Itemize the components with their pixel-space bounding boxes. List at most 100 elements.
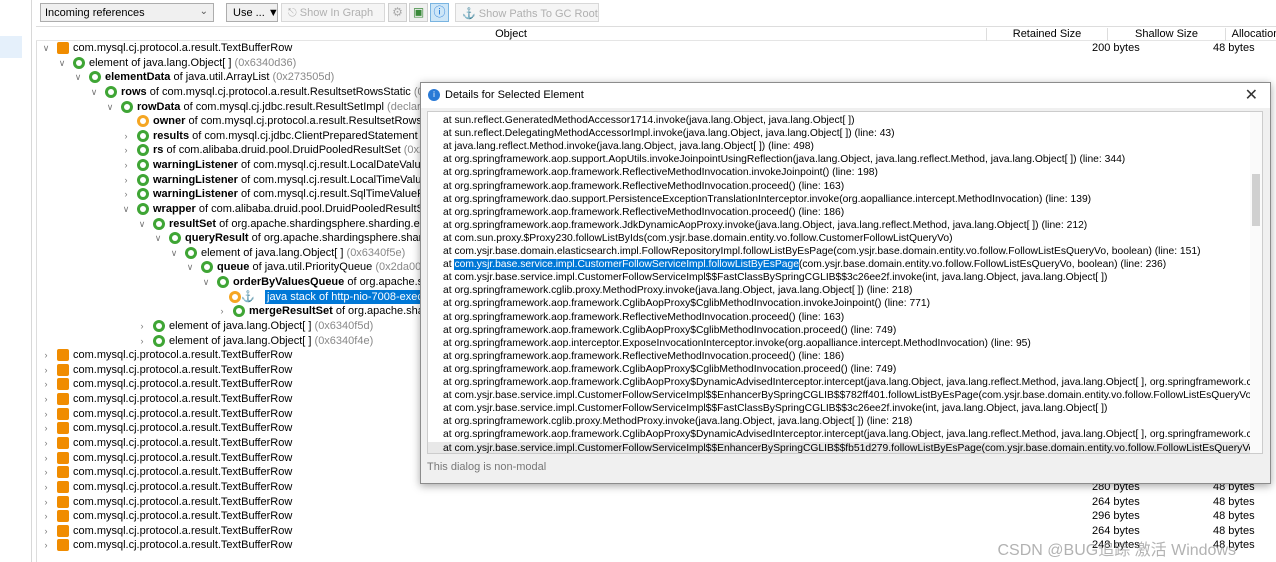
- stack-frame-line[interactable]: at com.sun.proxy.$Proxy230.followListByI…: [443, 232, 953, 245]
- left-panel-selected-item[interactable]: [0, 36, 22, 58]
- scrollbar-thumb[interactable]: [1252, 174, 1260, 226]
- expand-chevron-icon[interactable]: ›: [217, 304, 227, 318]
- collapse-chevron-icon[interactable]: ∨: [137, 217, 147, 231]
- tree-row-label: com.mysql.cj.protocol.a.result.TextBuffe…: [73, 378, 293, 391]
- stack-frame-line[interactable]: at org.springframework.dao.support.Persi…: [443, 193, 1091, 206]
- show-in-graph-label: Show In Graph: [299, 7, 374, 19]
- expand-chevron-icon[interactable]: ›: [41, 509, 51, 523]
- stack-frame-line[interactable]: at com.ysjr.base.service.impl.CustomerFo…: [443, 402, 1107, 415]
- collapse-chevron-icon[interactable]: ∨: [201, 275, 211, 289]
- tree-row-label: rs of com.alibaba.druid.pool.DruidPooled…: [153, 144, 450, 157]
- object-icon: [57, 42, 69, 54]
- stack-frame-line[interactable]: at org.springframework.aop.framework.Ref…: [443, 180, 844, 193]
- stack-frame-line[interactable]: at org.springframework.cglib.proxy.Metho…: [443, 284, 912, 297]
- tree-row-label: queryResult of org.apache.shardingsphere…: [185, 232, 450, 245]
- collapse-chevron-icon[interactable]: ∨: [73, 70, 83, 84]
- field-reference-icon: [217, 276, 229, 289]
- stack-frame-line[interactable]: at org.springframework.aop.support.AopUt…: [443, 153, 1125, 166]
- expand-chevron-icon[interactable]: ›: [121, 187, 131, 201]
- collapse-chevron-icon[interactable]: ∨: [121, 202, 131, 216]
- tree-row[interactable]: › com.mysql.cj.protocol.a.result.TextBuff…: [37, 495, 1276, 510]
- field-reference-icon: [153, 217, 165, 230]
- expand-chevron-icon[interactable]: ›: [41, 495, 51, 509]
- expand-chevron-icon[interactable]: ›: [41, 348, 51, 362]
- stack-frame-line[interactable]: at com.ysjr.base.service.impl.CustomerFo…: [428, 441, 1262, 453]
- collapse-chevron-icon[interactable]: ∨: [153, 231, 163, 245]
- object-icon: [57, 393, 69, 406]
- expand-chevron-icon[interactable]: ›: [137, 319, 147, 333]
- stack-frame-line[interactable]: at org.springframework.aop.framework.Ref…: [443, 206, 844, 219]
- shallow-size: 48 bytes: [1213, 42, 1255, 54]
- stack-frame-line[interactable]: at org.springframework.aop.framework.Ref…: [443, 311, 844, 324]
- stack-frame-line[interactable]: at org.springframework.aop.framework.Cgl…: [443, 376, 1262, 389]
- expand-chevron-icon[interactable]: ›: [121, 158, 131, 172]
- stack-frame-line[interactable]: at com.ysjr.base.domain.elasticsearch.im…: [443, 245, 1201, 258]
- collapse-chevron-icon[interactable]: ∨: [89, 85, 99, 99]
- collapse-chevron-icon[interactable]: ∨: [185, 260, 195, 274]
- expand-chevron-icon[interactable]: ›: [41, 392, 51, 406]
- stack-frame-line[interactable]: at org.springframework.aop.framework.Cgl…: [443, 297, 930, 310]
- expand-chevron-icon[interactable]: ›: [137, 334, 147, 348]
- show-in-graph-button[interactable]: ⎋ Show In Graph: [281, 3, 385, 22]
- tree-row-label: com.mysql.cj.protocol.a.result.TextBuffe…: [73, 363, 293, 376]
- tree-row-label: elementData of java.util.ArrayList (0x27…: [105, 71, 335, 84]
- expand-chevron-icon[interactable]: ›: [121, 143, 131, 157]
- field-reference-icon: [185, 246, 197, 259]
- stack-frame-line[interactable]: at org.springframework.aop.framework.Cgl…: [443, 363, 896, 376]
- collapse-chevron-icon[interactable]: ∨: [105, 100, 115, 114]
- tree-row-label: owner of com.mysql.cj.protocol.a.result.…: [153, 115, 456, 128]
- tree-row-label: com.mysql.cj.protocol.a.result.TextBuffe…: [73, 510, 293, 523]
- info-toggle-button[interactable]: ⓘ: [430, 3, 449, 22]
- collapse-chevron-icon[interactable]: ∨: [169, 246, 179, 260]
- expand-chevron-icon[interactable]: ›: [41, 480, 51, 494]
- stack-frame-line[interactable]: at org.springframework.cglib.proxy.Metho…: [443, 415, 912, 428]
- vertical-scrollbar[interactable]: [1250, 112, 1262, 453]
- stack-frame-line[interactable]: at java.lang.reflect.Method.invoke(java.…: [443, 140, 814, 153]
- collapse-chevron-icon[interactable]: ∨: [57, 56, 67, 70]
- stack-frame-line[interactable]: at sun.reflect.DelegatingMethodAccessorI…: [443, 127, 895, 140]
- show-paths-to-gc-root-button[interactable]: ⚓ Show Paths To GC Root: [455, 3, 599, 22]
- close-icon[interactable]: ✕: [1245, 85, 1258, 105]
- tree-row-label: mergeResultSet of org.apache.sharding: [249, 305, 449, 318]
- stack-frame-line[interactable]: at org.springframework.aop.framework.Jdk…: [443, 219, 1087, 232]
- expand-chevron-icon[interactable]: ›: [41, 465, 51, 479]
- expand-chevron-icon[interactable]: ›: [41, 436, 51, 450]
- column-allocation[interactable]: Allocation: [1225, 28, 1276, 41]
- expand-chevron-icon[interactable]: ›: [121, 129, 131, 143]
- stack-trace-text[interactable]: at com.ysjr.base.service.impl.CustomerFo…: [427, 111, 1263, 454]
- stack-frame-line[interactable]: at org.springframework.aop.framework.Ref…: [443, 350, 844, 363]
- info-icon: i: [428, 89, 440, 101]
- caret-down-icon: ▼: [267, 7, 279, 19]
- tree-row[interactable]: › com.mysql.cj.protocol.a.result.TextBuff…: [37, 509, 1276, 524]
- dialog-title-bar: i Details for Selected Element ✕: [421, 83, 1270, 108]
- stack-frame-line[interactable]: at org.springframework.aop.framework.Ref…: [443, 166, 878, 179]
- stack-frame-line[interactable]: at org.springframework.aop.interceptor.E…: [443, 337, 1031, 350]
- stack-frame-line[interactable]: at com.ysjr.base.service.impl.CustomerFo…: [443, 271, 1107, 284]
- stack-frame-line[interactable]: at com.ysjr.base.service.impl.CustomerFo…: [443, 389, 1262, 402]
- expand-chevron-icon[interactable]: ›: [41, 451, 51, 465]
- stack-frame-line[interactable]: at org.springframework.aop.framework.Cgl…: [443, 324, 896, 337]
- field-reference-icon: [233, 305, 245, 318]
- selected-text[interactable]: com.ysjr.base.service.impl.CustomerFollo…: [454, 259, 799, 271]
- expand-chevron-icon[interactable]: ›: [41, 524, 51, 538]
- expand-chevron-icon[interactable]: ›: [41, 363, 51, 377]
- tree-row[interactable]: ∨ com.mysql.cj.protocol.a.result.TextBuff…: [37, 41, 1276, 56]
- column-retained-size[interactable]: Retained Size: [986, 28, 1107, 41]
- tree-row[interactable]: ∨ element of java.lang.Object[ ] (0x6340d…: [37, 56, 1276, 71]
- stack-frame-line[interactable]: at sun.reflect.GeneratedMethodAccessor17…: [443, 114, 855, 127]
- object-icon: [57, 466, 69, 479]
- snapshot-button[interactable]: ▣: [409, 3, 428, 22]
- view-select[interactable]: Incoming references ⌄: [40, 3, 214, 22]
- use-button[interactable]: Use ... ▼: [226, 3, 279, 22]
- stack-frame-line[interactable]: at org.springframework.aop.framework.Cgl…: [443, 428, 1262, 441]
- stack-frame-line[interactable]: at com.ysjr.base.service.impl.CustomerFo…: [443, 258, 1166, 271]
- expand-chevron-icon[interactable]: ›: [41, 421, 51, 435]
- expand-chevron-icon[interactable]: ›: [121, 173, 131, 187]
- expand-chevron-icon[interactable]: ›: [41, 407, 51, 421]
- column-shallow-size[interactable]: Shallow Size: [1107, 28, 1225, 41]
- settings-button[interactable]: ⚙: [388, 3, 407, 22]
- column-object[interactable]: Object: [36, 28, 986, 41]
- expand-chevron-icon[interactable]: ›: [41, 377, 51, 391]
- collapse-chevron-icon[interactable]: ∨: [41, 41, 51, 55]
- expand-chevron-icon[interactable]: ›: [41, 538, 51, 552]
